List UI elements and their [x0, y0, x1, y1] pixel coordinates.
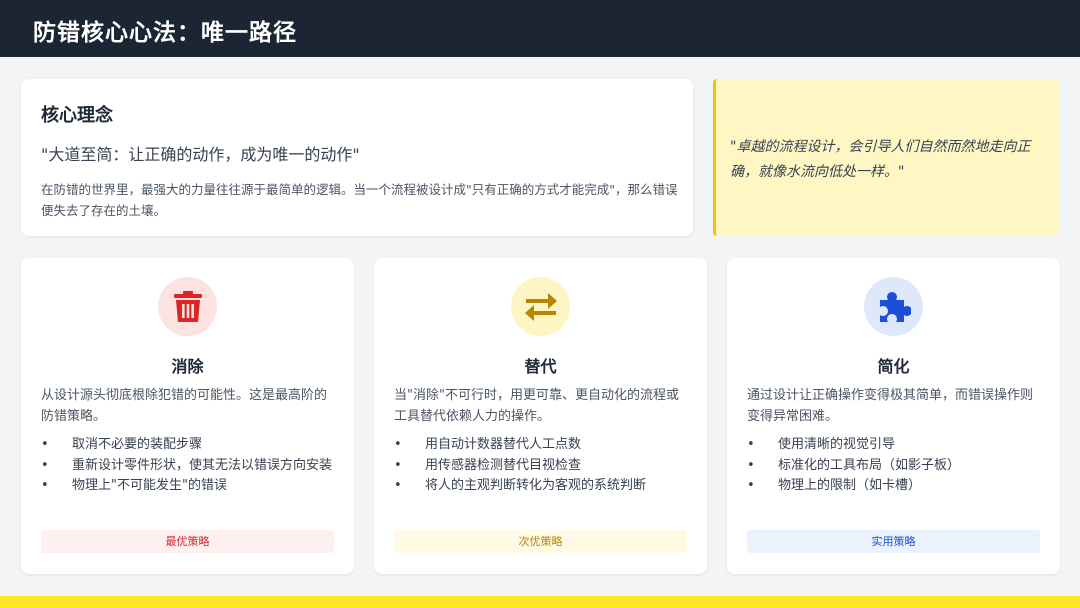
list-item: 使用清晰的视觉引导	[747, 435, 1052, 456]
list-item: 标准化的工具布局（如影子板）	[747, 456, 1052, 477]
strategy-badge: 最优策略	[41, 530, 334, 553]
strategy-card-eliminate: 消除 从设计源头彻底根除犯错的可能性。这是最高阶的防错策略。 取消不必要的装配步…	[21, 258, 354, 574]
page-title: 防错核心心法：唯一路径	[33, 20, 297, 46]
card-list: 取消不必要的装配步骤 重新设计零件形状，使其无法以错误方向安装 物理上"不可能发…	[41, 435, 346, 497]
strategy-card-simplify: 简化 通过设计让正确操作变得极其简单，而错误操作则变得异常困难。 使用清晰的视觉…	[727, 258, 1060, 574]
strategy-badge: 次优策略	[394, 530, 687, 553]
strategy-badge: 实用策略	[747, 530, 1040, 553]
card-list: 用自动计数器替代人工点数 用传感器检测替代目视检查 将人的主观判断转化为客观的系…	[394, 435, 699, 497]
swap-arrows-icon	[511, 277, 570, 336]
list-item: 将人的主观判断转化为客观的系统判断	[394, 476, 699, 497]
list-item: 用自动计数器替代人工点数	[394, 435, 699, 456]
callout-quote: "卓越的流程设计，会引导人们自然而然地走向正确，就像水流向低处一样。"	[730, 139, 1031, 180]
card-title: 简化	[877, 357, 910, 376]
list-item: 取消不必要的装配步骤	[41, 435, 346, 456]
list-item: 物理上的限制（如卡槽）	[747, 476, 1052, 497]
list-item: 用传感器检测替代目视检查	[394, 456, 699, 477]
list-item: 重新设计零件形状，使其无法以错误方向安装	[41, 456, 346, 477]
card-title: 替代	[524, 357, 557, 376]
puzzle-icon	[864, 277, 923, 336]
strategy-card-substitute: 替代 当"消除"不可行时，用更可靠、更自动化的流程或工具替代依赖人力的操作。 用…	[374, 258, 707, 574]
card-list: 使用清晰的视觉引导 标准化的工具布局（如影子板） 物理上的限制（如卡槽）	[747, 435, 1052, 497]
card-title: 消除	[171, 357, 204, 376]
card-description: 通过设计让正确操作变得极其简单，而错误操作则变得异常困难。	[747, 388, 1034, 424]
header-bar: 防错核心心法：唯一路径	[0, 0, 1080, 57]
quote-callout: "卓越的流程设计，会引导人们自然而然地走向正确，就像水流向低处一样。"	[713, 79, 1059, 236]
card-description: 从设计源头彻底根除犯错的可能性。这是最高阶的防错策略。	[41, 388, 328, 424]
card-description: 当"消除"不可行时，用更可靠、更自动化的流程或工具替代依赖人力的操作。	[394, 388, 679, 424]
concept-description: 在防错的世界里，最强大的力量往往源于最简单的逻辑。当一个流程被设计成"只有正确的…	[41, 182, 678, 218]
concept-title: 核心理念	[41, 105, 113, 126]
core-concept-panel: 核心理念 "大道至简：让正确的动作，成为唯一的动作" 在防错的世界里，最强大的力…	[21, 79, 693, 236]
concept-quote: "大道至简：让正确的动作，成为唯一的动作"	[41, 145, 360, 164]
trash-icon	[158, 277, 217, 336]
footer-accent-bar	[0, 596, 1080, 608]
list-item: 物理上"不可能发生"的错误	[41, 476, 346, 497]
